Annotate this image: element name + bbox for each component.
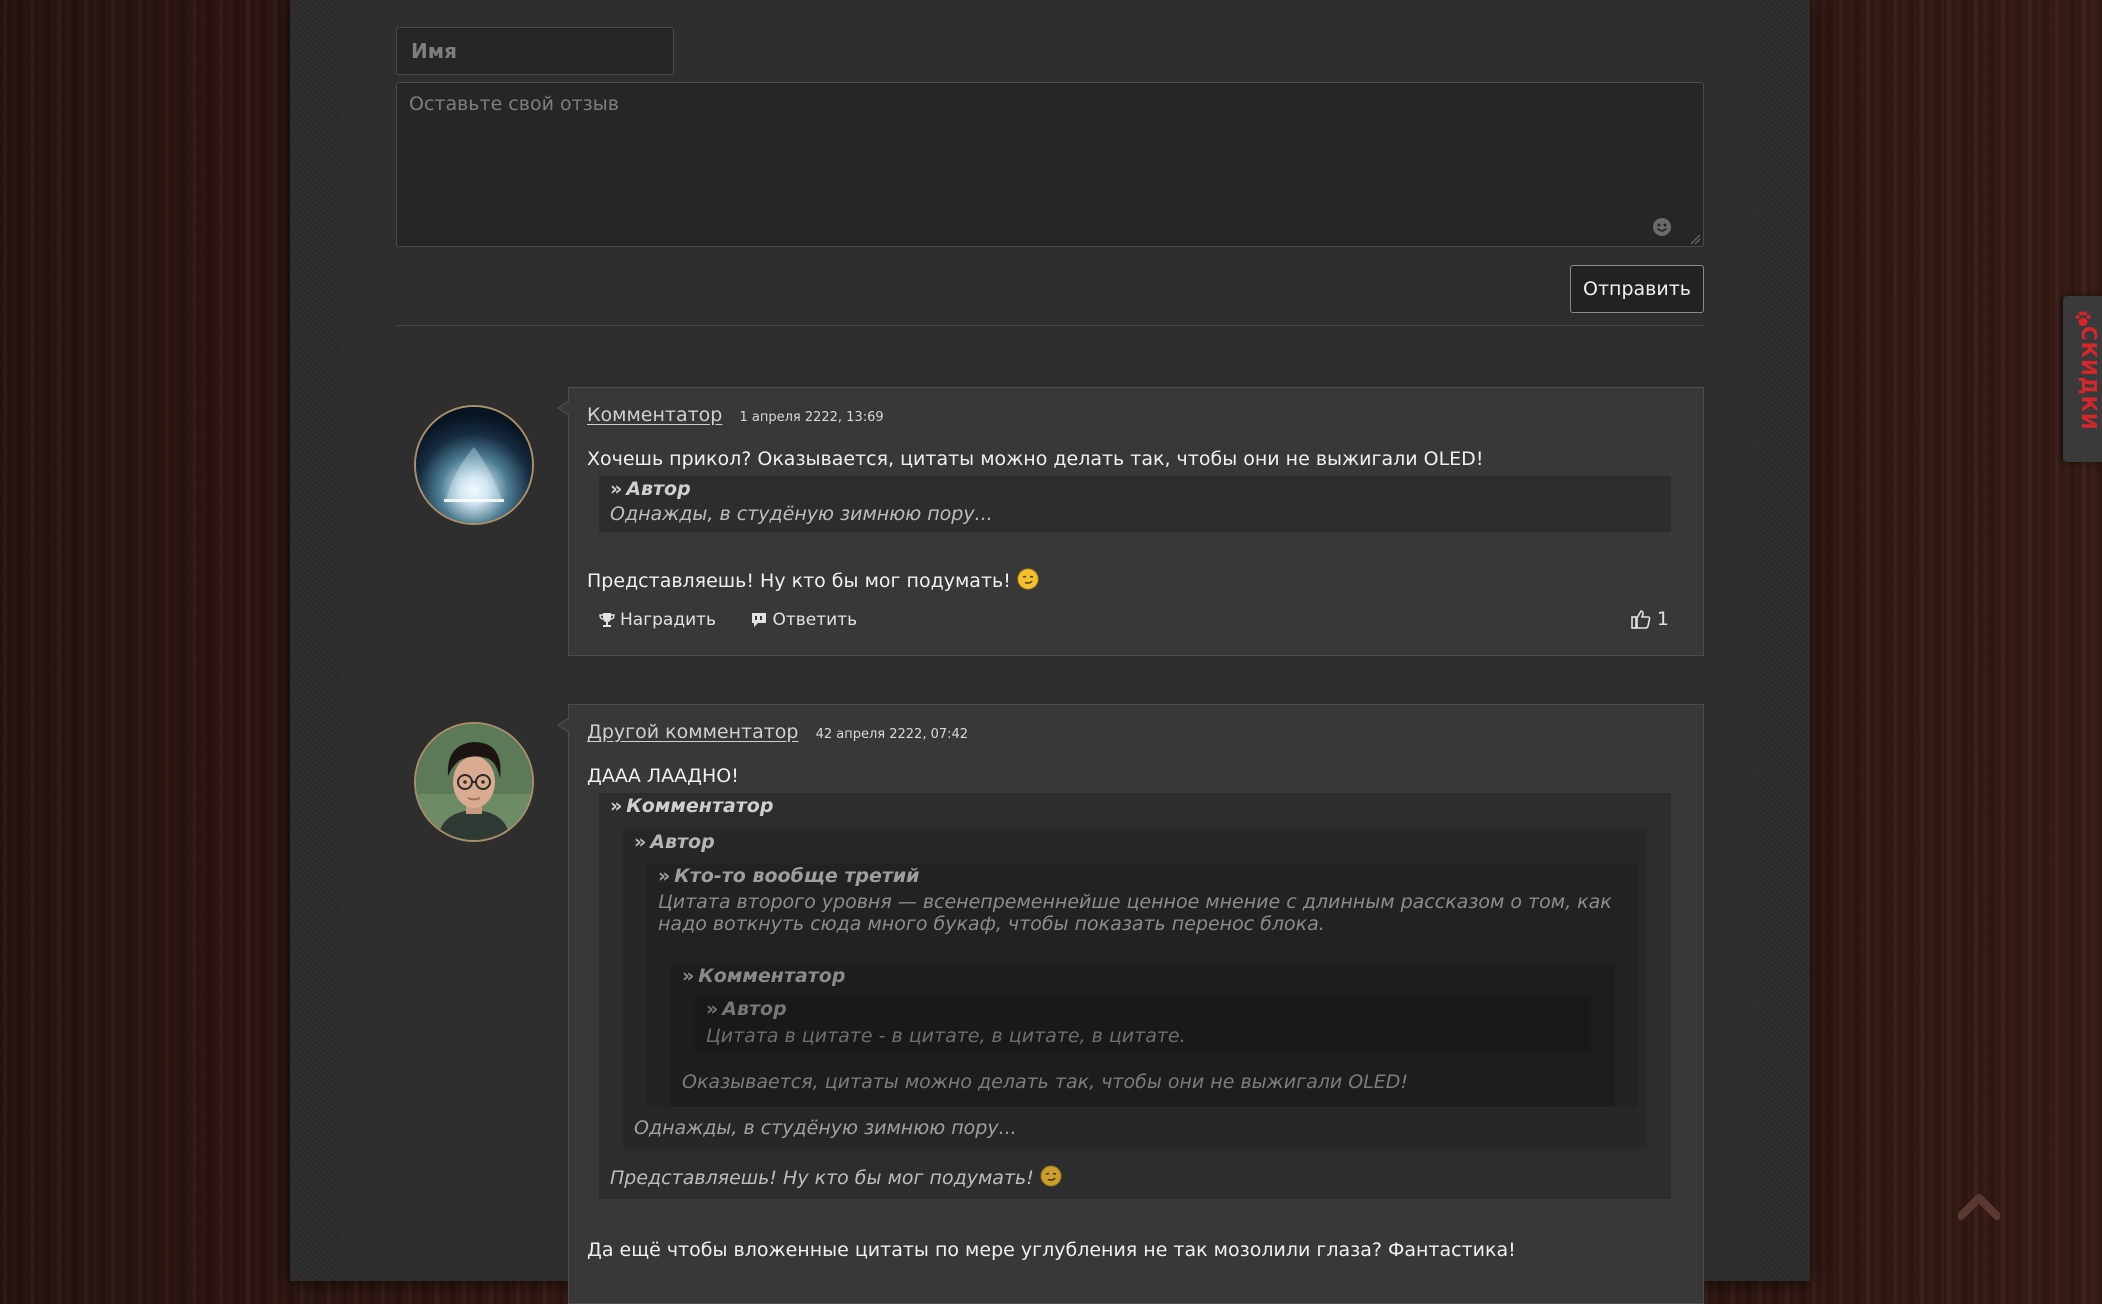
quote-arrow-icon: »	[610, 478, 623, 500]
submit-button[interactable]: Отправить	[1570, 265, 1704, 313]
comment-date: 42 апреля 2222, 07:42	[815, 727, 969, 742]
quote-author: » Автор	[610, 478, 691, 500]
avatar[interactable]	[414, 405, 534, 525]
quote-author: » Комментатор	[610, 795, 774, 817]
quote-text: надо воткнуть сюда много букаф, чтобы по…	[658, 913, 1325, 935]
quote-author: » Автор	[706, 998, 787, 1020]
review-textarea[interactable]	[396, 82, 1704, 247]
smirk-emoji-icon	[1017, 568, 1039, 590]
smiley-icon[interactable]	[1652, 217, 1672, 237]
quote-arrow-icon: »	[706, 998, 719, 1020]
quote-block: » Комментатор » Автор Цитата в цитате - в …	[671, 963, 1615, 1107]
quote-text: Оказывается, цитаты можно делать так, чт…	[682, 1071, 1409, 1093]
form-divider	[396, 325, 1704, 326]
comment-text-after: Представляешь! Ну кто бы мог подумать!	[587, 568, 1039, 592]
comment-date: 1 апреля 2222, 13:69	[739, 410, 884, 425]
thumbs-up-icon	[1631, 610, 1651, 629]
quote-block: » Автор Цитата в цитате - в цитате, в цит…	[695, 997, 1591, 1053]
smirk-emoji-icon	[1040, 1165, 1062, 1187]
comment-tail	[557, 400, 570, 416]
quote-block: » Автор » Кто-то вообще третий Цитата втор…	[623, 829, 1647, 1149]
discounts-label: СКИДКИ	[2077, 326, 2101, 431]
quote-text: Представляешь! Ну кто бы мог подумать!	[610, 1165, 1062, 1189]
quote-text: Однажды, в студёную зимнюю пору...	[634, 1117, 1017, 1139]
scroll-top-icon[interactable]	[1958, 1190, 2000, 1220]
comment-tail	[557, 717, 570, 733]
quote-text: Однажды, в студёную зимнюю пору...	[610, 503, 993, 525]
quote-arrow-icon: »	[658, 865, 671, 887]
quote-author: » Комментатор	[682, 965, 846, 987]
quote-arrow-icon: »	[682, 965, 695, 987]
quote-text: Цитата в цитате - в цитате, в цитате, в …	[706, 1025, 1186, 1047]
like-count: 1	[1656, 608, 1669, 630]
comment-text-after: Да ещё чтобы вложенные цитаты по мере уг…	[587, 1239, 1516, 1261]
quote-block: » Автор Однажды, в студёную зимнюю пору..…	[599, 476, 1671, 532]
avatar[interactable]	[414, 722, 534, 842]
quote-arrow-icon: »	[610, 795, 623, 817]
quote-block: » Комментатор » Автор » Кто-то вообще трети…	[599, 793, 1671, 1199]
comment-text: Хочешь прикол? Оказывается, цитаты можно…	[587, 448, 1484, 470]
like-button[interactable]: 1	[1631, 608, 1669, 630]
comment-card: Другой комментатор 42 апреля 2222, 07:42…	[557, 704, 1704, 1304]
quote-text: Цитата второго уровня — всенепременнейше…	[658, 891, 1612, 913]
reply-button[interactable]: Ответить	[751, 610, 857, 630]
resize-handle-icon[interactable]	[1689, 233, 1701, 245]
quote-author: » Кто-то вообще третий	[658, 865, 920, 887]
quote-author: » Автор	[634, 831, 715, 853]
comment-author-link[interactable]: Комментатор	[587, 404, 722, 426]
trophy-icon	[599, 613, 615, 627]
quote-arrow-icon: »	[634, 831, 647, 853]
comment-card: Комментатор 1 апреля 2222, 13:69 Хочешь …	[557, 387, 1704, 656]
comment-text: ДААА ЛААДНО!	[587, 765, 739, 787]
comment-author-link[interactable]: Другой комментатор	[587, 721, 799, 743]
award-button[interactable]: Наградить	[599, 610, 716, 630]
discounts-side-tab[interactable]: СКИДКИ	[2063, 296, 2102, 462]
quote-block: » Кто-то вообще третий Цитата второго уро…	[647, 863, 1637, 1107]
reply-icon	[752, 613, 767, 627]
name-input[interactable]	[396, 27, 674, 75]
